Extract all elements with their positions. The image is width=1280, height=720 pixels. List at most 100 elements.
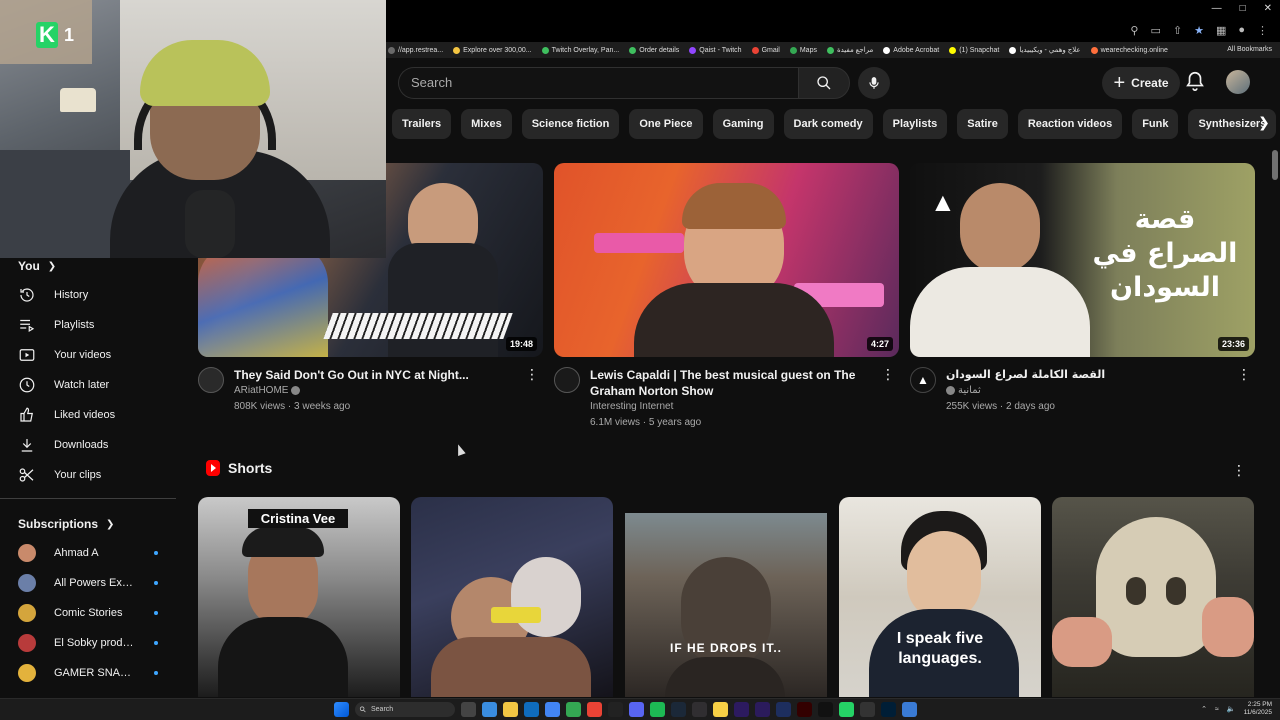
sidebar-item-playlists[interactable]: Playlists — [18, 315, 168, 335]
spotify-icon[interactable] — [650, 702, 665, 717]
bookmark-item[interactable]: (1) Snapchat — [949, 46, 999, 54]
capcut-icon[interactable] — [860, 702, 875, 717]
subscription-item[interactable]: GAMER SNACK |... — [18, 663, 158, 683]
subscription-item[interactable]: Comic Stories — [18, 603, 158, 623]
page-scrollbar[interactable] — [1272, 150, 1278, 180]
photoshop-icon[interactable] — [881, 702, 896, 717]
sidebar-item-history[interactable]: History — [18, 285, 168, 305]
extensions-icon[interactable]: ▦ — [1216, 24, 1226, 37]
outlook-icon[interactable] — [524, 702, 539, 717]
notifications-bell-icon[interactable] — [1184, 70, 1206, 92]
bookmark-item[interactable]: //app.restrea... — [388, 46, 443, 54]
capcut-icon[interactable] — [608, 702, 623, 717]
video-thumbnail[interactable]: 4:27 — [554, 163, 899, 357]
channel-avatar[interactable] — [198, 367, 224, 393]
close-icon[interactable]: ✕ — [1264, 3, 1272, 14]
media-encoder-icon[interactable] — [776, 702, 791, 717]
maximize-icon[interactable]: □ — [1240, 3, 1246, 14]
bookmark-item[interactable]: Explore over 300,00... — [453, 46, 532, 54]
profile-icon[interactable]: ● — [1238, 24, 1245, 37]
minimize-icon[interactable]: — — [1212, 3, 1222, 14]
channel-avatar[interactable] — [554, 367, 580, 393]
more-options-icon[interactable]: ⋮ — [1237, 367, 1251, 383]
all-bookmarks-button[interactable]: All Bookmarks — [1227, 46, 1272, 53]
bookmark-item[interactable]: علاج وهمي - ويكيبيديا — [1009, 46, 1081, 54]
more-options-icon[interactable]: ⋮ — [525, 367, 539, 383]
bookmark-item[interactable]: wearechecking.online — [1090, 46, 1168, 54]
share-icon[interactable]: ⇧ — [1173, 24, 1182, 37]
sidebar-item-liked-videos[interactable]: Liked videos — [18, 405, 168, 425]
wifi-icon[interactable]: ≈ — [1215, 706, 1219, 713]
whatsapp-icon[interactable] — [839, 702, 854, 717]
short-thumbnail[interactable]: IF HE DROPS IT.. — [625, 497, 827, 697]
chip-mixes[interactable]: Mixes — [461, 109, 512, 139]
video-title[interactable]: They Said Don't Go Out in NYC at Night..… — [234, 367, 524, 383]
subscription-item[interactable]: El Sobky product... — [18, 633, 158, 653]
search-input[interactable]: Search — [398, 67, 798, 99]
more-options-icon[interactable]: ⋮ — [1232, 462, 1246, 479]
sticky-notes-icon[interactable] — [713, 702, 728, 717]
chrome-icon[interactable] — [587, 702, 602, 717]
account-avatar[interactable] — [1226, 70, 1250, 94]
taskbar-search[interactable]: Search — [355, 702, 455, 717]
after-effects-icon[interactable] — [734, 702, 749, 717]
app-icon[interactable] — [902, 702, 917, 717]
you-section-header[interactable]: You ❯ — [18, 258, 56, 274]
channel-name[interactable]: ثمانية — [946, 385, 981, 396]
short-thumbnail[interactable] — [1052, 497, 1254, 697]
channel-avatar[interactable]: ▲ — [910, 367, 936, 393]
short-thumbnail[interactable]: Cristina Vee — [198, 497, 400, 697]
more-options-icon[interactable]: ⋮ — [881, 367, 895, 383]
clock[interactable]: 2:25 PM 11/6/2025 — [1244, 701, 1272, 717]
zoom-icon[interactable]: ⚲ — [1130, 24, 1138, 37]
short-thumbnail[interactable]: I speak five languages. — [839, 497, 1041, 697]
bookmark-item[interactable]: Order details — [629, 46, 679, 54]
volume-icon[interactable]: 🔈 — [1227, 705, 1236, 713]
chevron-up-icon[interactable]: ⌃ — [1201, 705, 1207, 713]
bookmark-item[interactable]: Maps — [789, 46, 817, 54]
windows-start-icon[interactable] — [334, 702, 349, 717]
video-title[interactable]: Lewis Capaldi | The best musical guest o… — [590, 367, 880, 399]
bookmark-item[interactable]: Qaist - Twitch — [689, 46, 742, 54]
voice-search-button[interactable] — [858, 67, 890, 99]
short-thumbnail[interactable] — [411, 497, 613, 697]
bookmark-item[interactable]: Adobe Acrobat — [883, 46, 939, 54]
sidebar-item-your-clips[interactable]: Your clips — [18, 465, 168, 485]
chip-funk[interactable]: Funk — [1132, 109, 1179, 139]
chip-playlists[interactable]: Playlists — [882, 109, 948, 139]
subscription-item[interactable]: All Powers Expla... — [18, 573, 158, 593]
discord-icon[interactable] — [629, 702, 644, 717]
chrome-icon[interactable] — [566, 702, 581, 717]
chip-dark-comedy[interactable]: Dark comedy — [783, 109, 873, 139]
task-view-icon[interactable] — [461, 702, 476, 717]
bookmark-item[interactable]: Gmail — [751, 46, 780, 54]
search-button[interactable] — [798, 67, 850, 99]
widgets-icon[interactable] — [482, 702, 497, 717]
menu-icon[interactable]: ⋮ — [1257, 24, 1268, 37]
chip-gaming[interactable]: Gaming — [712, 109, 774, 139]
sidebar-item-your-videos[interactable]: Your videos — [18, 345, 168, 365]
subscription-item[interactable]: Ahmad A — [18, 543, 158, 563]
chip-trailers[interactable]: Trailers — [392, 109, 452, 139]
chip-one-piece[interactable]: One Piece — [629, 109, 703, 139]
sidebar-item-downloads[interactable]: Downloads — [18, 435, 168, 455]
video-thumbnail[interactable]: ▲ قصة الصراع في السودان 23:36 — [910, 163, 1255, 357]
obs-icon[interactable] — [692, 702, 707, 717]
cast-icon[interactable]: ▭ — [1150, 24, 1160, 37]
create-button[interactable]: + Create — [1102, 67, 1180, 99]
chrome-icon[interactable] — [545, 702, 560, 717]
premiere-icon[interactable] — [755, 702, 770, 717]
steam-icon[interactable] — [671, 702, 686, 717]
sidebar-item-watch-later[interactable]: Watch later — [18, 375, 168, 395]
subscriptions-header[interactable]: Subscriptions ❯ — [18, 516, 114, 532]
chip-science-fiction[interactable]: Science fiction — [521, 109, 620, 139]
channel-name[interactable]: ARiatHOME — [234, 385, 301, 396]
chip-satire[interactable]: Satire — [957, 109, 1008, 139]
video-title[interactable]: القصة الكاملة لصراع السودان — [946, 367, 1236, 383]
file-explorer-icon[interactable] — [503, 702, 518, 717]
channel-name[interactable]: Interesting Internet — [590, 401, 673, 412]
bookmark-item[interactable]: مراجع مفيدة — [826, 46, 873, 54]
tiktok-icon[interactable] — [818, 702, 833, 717]
bookmark-item[interactable]: Twitch Overlay, Pan... — [541, 46, 619, 54]
chevron-right-icon[interactable]: ❯ — [1254, 114, 1274, 134]
